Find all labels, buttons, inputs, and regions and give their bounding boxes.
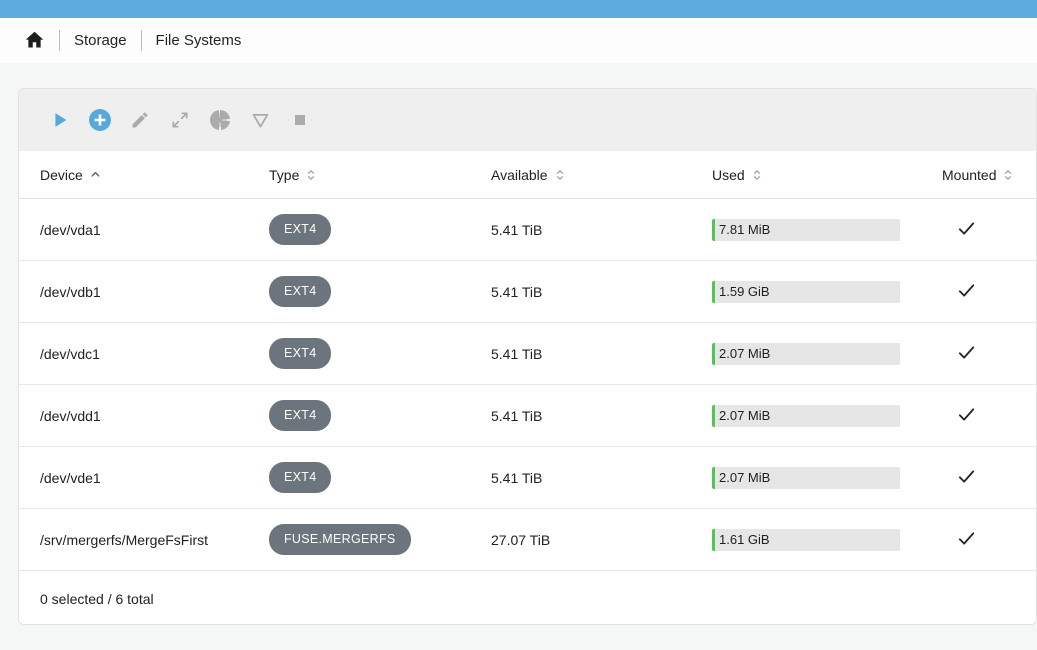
used-cell: 7.81 MiB bbox=[712, 218, 942, 241]
column-header[interactable]: Device bbox=[40, 167, 269, 183]
available-cell: 5.41 TiB bbox=[491, 469, 543, 486]
available-cell: 5.41 TiB bbox=[491, 221, 543, 238]
column-header-label: Type bbox=[269, 166, 300, 183]
used-cell: 2.07 MiB bbox=[712, 466, 942, 489]
available-cell: 5.41 TiB bbox=[491, 283, 543, 300]
sort-unsorted-icon bbox=[1003, 169, 1013, 181]
mounted-cell bbox=[942, 343, 1036, 365]
table-footer: 0 selected / 6 total bbox=[19, 571, 1036, 624]
resize-button[interactable] bbox=[168, 108, 192, 132]
toolbar bbox=[19, 89, 1036, 151]
mounted-cell bbox=[942, 529, 1036, 551]
available-cell: 5.41 TiB bbox=[491, 407, 543, 424]
file-systems-panel: Device Type Available Used Mounted /dev/… bbox=[18, 88, 1037, 625]
mounted-check-icon bbox=[958, 469, 975, 483]
mounted-cell bbox=[942, 467, 1036, 489]
column-header[interactable]: Available bbox=[491, 167, 712, 183]
filesystem-type-badge: EXT4 bbox=[269, 214, 332, 245]
device-cell: /dev/vdc1 bbox=[40, 345, 100, 362]
selection-summary: 0 selected / 6 total bbox=[40, 590, 154, 607]
device-cell: /srv/mergerfs/MergeFsFirst bbox=[40, 531, 209, 548]
device-cell: /dev/vde1 bbox=[40, 469, 101, 486]
type-cell: EXT4 bbox=[269, 214, 491, 245]
device-cell: /dev/vdb1 bbox=[40, 283, 101, 300]
quota-pie-icon[interactable] bbox=[208, 108, 232, 132]
used-progress-bar: 2.07 MiB bbox=[712, 404, 900, 427]
mount-play-button[interactable] bbox=[48, 108, 72, 132]
top-accent-bar bbox=[0, 0, 1037, 18]
used-cell: 2.07 MiB bbox=[712, 342, 942, 365]
device-cell: /dev/vda1 bbox=[40, 221, 101, 238]
column-header-label: Mounted bbox=[942, 166, 997, 183]
breadcrumb-separator bbox=[59, 30, 60, 51]
column-header[interactable]: Type bbox=[269, 167, 491, 183]
mounted-cell bbox=[942, 281, 1036, 303]
home-icon[interactable] bbox=[24, 30, 45, 51]
mounted-cell bbox=[942, 219, 1036, 241]
breadcrumb-separator bbox=[140, 30, 142, 51]
filesystem-type-badge: FUSE.MERGERFS bbox=[269, 524, 411, 555]
type-cell: FUSE.MERGERFS bbox=[269, 524, 491, 555]
device-cell: /dev/vdd1 bbox=[40, 407, 101, 424]
table-row[interactable]: /dev/vdd1 EXT4 5.41 TiB 2.07 MiB bbox=[19, 385, 1036, 447]
breadcrumb-item-file-systems[interactable]: File Systems bbox=[156, 32, 242, 49]
mounted-check-icon bbox=[958, 283, 975, 297]
mounted-check-icon bbox=[958, 407, 975, 421]
column-header-label: Used bbox=[712, 166, 745, 183]
unmount-button[interactable] bbox=[248, 108, 272, 132]
mounted-check-icon bbox=[958, 531, 975, 545]
sort-asc-icon bbox=[90, 169, 101, 180]
filesystem-type-badge: EXT4 bbox=[269, 400, 332, 431]
mounted-check-icon bbox=[958, 221, 975, 235]
mounted-cell bbox=[942, 405, 1036, 427]
used-progress-bar: 2.07 MiB bbox=[712, 342, 900, 365]
table-header-row: Device Type Available Used Mounted bbox=[19, 151, 1036, 199]
table-row[interactable]: /dev/vda1 EXT4 5.41 TiB 7.81 MiB bbox=[19, 199, 1036, 261]
used-progress-bar: 2.07 MiB bbox=[712, 466, 900, 489]
table-row[interactable]: /dev/vde1 EXT4 5.41 TiB 2.07 MiB bbox=[19, 447, 1036, 509]
available-cell: 27.07 TiB bbox=[491, 531, 551, 548]
column-header[interactable]: Mounted bbox=[942, 167, 1036, 183]
sort-unsorted-icon bbox=[555, 169, 565, 181]
table-row[interactable]: /dev/vdb1 EXT4 5.41 TiB 1.59 GiB bbox=[19, 261, 1036, 323]
filesystem-type-badge: EXT4 bbox=[269, 338, 332, 369]
mounted-check-icon bbox=[958, 345, 975, 359]
edit-button[interactable] bbox=[128, 108, 152, 132]
column-header[interactable]: Used bbox=[712, 167, 942, 183]
sort-unsorted-icon bbox=[752, 169, 762, 181]
delete-button[interactable] bbox=[288, 108, 312, 132]
used-cell: 1.59 GiB bbox=[712, 280, 942, 303]
sort-unsorted-icon bbox=[306, 169, 316, 181]
filesystem-type-badge: EXT4 bbox=[269, 462, 332, 493]
used-progress-bar: 1.59 GiB bbox=[712, 280, 900, 303]
breadcrumb-item-storage[interactable]: Storage bbox=[74, 32, 127, 49]
type-cell: EXT4 bbox=[269, 338, 491, 369]
table-row[interactable]: /srv/mergerfs/MergeFsFirst FUSE.MERGERFS… bbox=[19, 509, 1036, 571]
available-cell: 5.41 TiB bbox=[491, 345, 543, 362]
used-progress-bar: 1.61 GiB bbox=[712, 528, 900, 551]
column-header-label: Device bbox=[40, 166, 83, 183]
pie-chart-icon bbox=[210, 110, 230, 130]
type-cell: EXT4 bbox=[269, 276, 491, 307]
used-cell: 1.61 GiB bbox=[712, 528, 942, 551]
type-cell: EXT4 bbox=[269, 462, 491, 493]
table-row[interactable]: /dev/vdc1 EXT4 5.41 TiB 2.07 MiB bbox=[19, 323, 1036, 385]
used-cell: 2.07 MiB bbox=[712, 404, 942, 427]
column-header-label: Available bbox=[491, 166, 548, 183]
add-button[interactable] bbox=[88, 108, 112, 132]
table-body: /dev/vda1 EXT4 5.41 TiB 7.81 MiB /dev/vd… bbox=[19, 199, 1036, 571]
filesystem-type-badge: EXT4 bbox=[269, 276, 332, 307]
used-progress-bar: 7.81 MiB bbox=[712, 218, 900, 241]
breadcrumb: Storage File Systems bbox=[0, 18, 1037, 63]
type-cell: EXT4 bbox=[269, 400, 491, 431]
